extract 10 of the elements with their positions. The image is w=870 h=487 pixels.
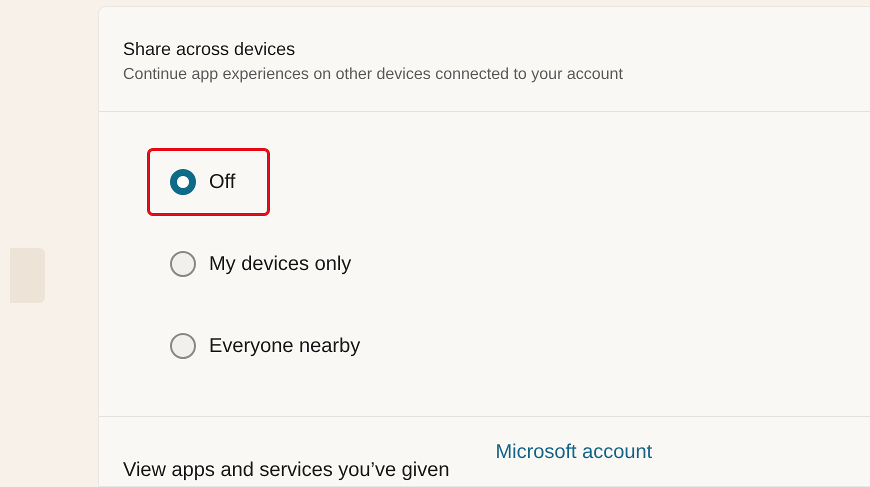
radio-option[interactable]: Everyone nearby <box>170 333 360 359</box>
section-subtitle: Continue app experiences on other devices connected to your account <box>123 66 624 84</box>
footer-text: View apps and services you’ve given <box>123 459 450 482</box>
section-title: Share across devices <box>123 39 296 60</box>
account-link[interactable]: Microsoft account <box>495 441 652 482</box>
radio-button[interactable] <box>170 333 196 359</box>
radio-option[interactable]: Off <box>170 169 236 195</box>
radio-button[interactable] <box>170 169 196 195</box>
radio-option[interactable]: My devices only <box>170 251 352 277</box>
radio-button[interactable] <box>170 251 196 277</box>
